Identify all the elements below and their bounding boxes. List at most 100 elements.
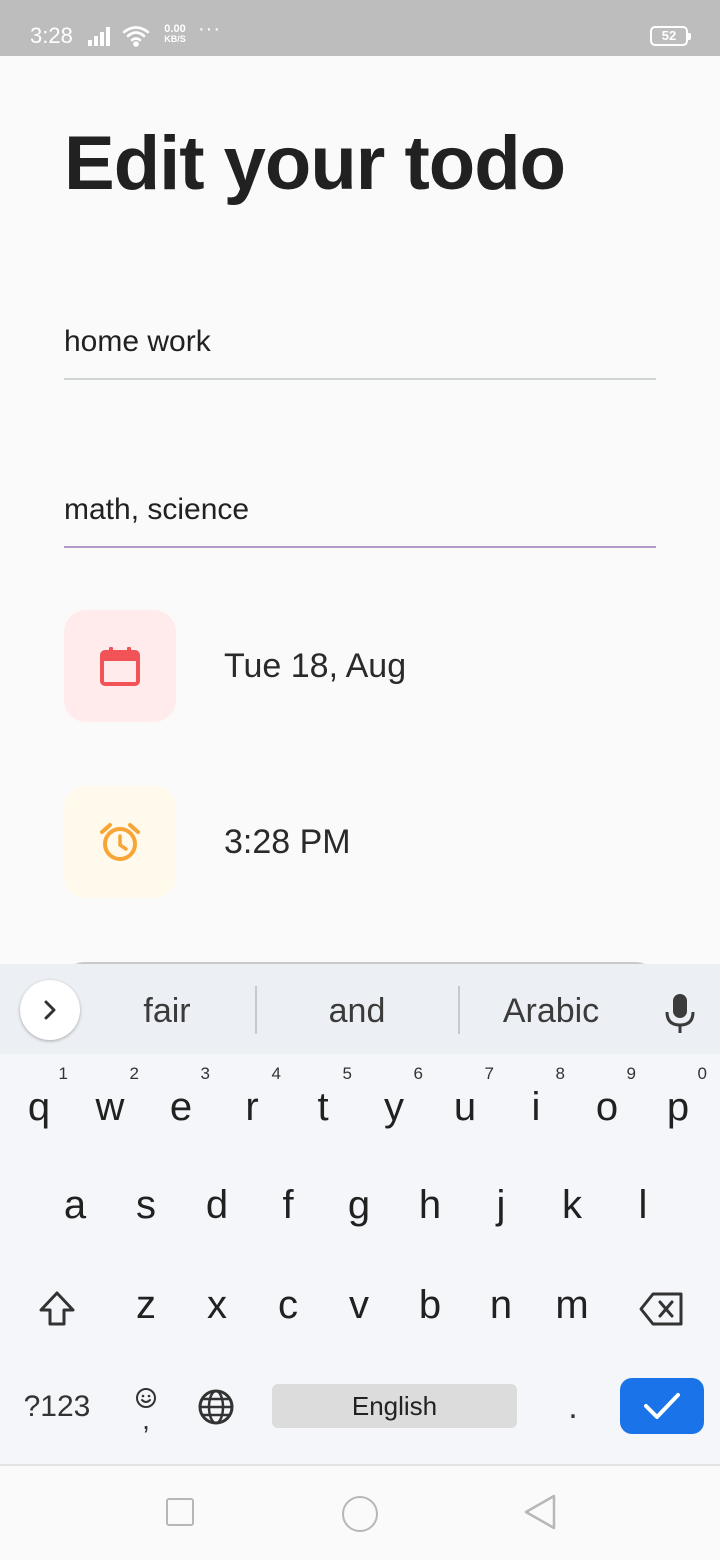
checkmark-icon xyxy=(644,1393,680,1419)
key-i[interactable]: i8 xyxy=(501,1064,571,1154)
emoji-comma-key[interactable]: , xyxy=(120,1378,172,1438)
key-k[interactable]: k xyxy=(537,1162,607,1252)
status-time: 3:28 xyxy=(30,23,73,48)
calendar-icon xyxy=(100,647,140,686)
backspace-icon xyxy=(639,1292,683,1326)
microphone-icon xyxy=(665,994,695,1033)
language-key[interactable] xyxy=(190,1380,242,1434)
key-letter: u xyxy=(453,1085,477,1129)
wifi-icon xyxy=(122,26,150,47)
keyboard-menu-button[interactable] xyxy=(20,980,80,1040)
title-field-value: home work xyxy=(64,325,211,358)
key-q[interactable]: q1 xyxy=(4,1064,74,1154)
key-g[interactable]: g xyxy=(324,1162,394,1252)
title-field-underline xyxy=(64,378,656,380)
key-s[interactable]: s xyxy=(111,1162,181,1252)
key-letter: v xyxy=(349,1283,369,1327)
status-more-icon: ··· xyxy=(198,18,221,40)
key-r[interactable]: r4 xyxy=(217,1064,287,1154)
key-letter: m xyxy=(555,1283,589,1327)
key-hint: 8 xyxy=(555,1064,565,1083)
key-h[interactable]: h xyxy=(395,1162,465,1252)
symbols-key[interactable]: ?123 xyxy=(14,1380,100,1434)
date-text[interactable]: Tue 18, Aug xyxy=(224,644,406,688)
key-a[interactable]: a xyxy=(40,1162,110,1252)
key-letter: g xyxy=(347,1183,371,1227)
key-letter: e xyxy=(169,1085,193,1129)
suggestion-bar: fair and Arabic xyxy=(0,964,720,1054)
net-speed-value: 0.00 xyxy=(164,23,186,35)
description-field-underline xyxy=(64,546,656,548)
key-letter: x xyxy=(207,1283,227,1327)
period-key[interactable]: . xyxy=(548,1380,598,1434)
key-hint: 6 xyxy=(413,1064,423,1083)
time-picker-row[interactable]: 3:28 PM xyxy=(64,786,656,898)
key-v[interactable]: v xyxy=(324,1262,394,1352)
key-l[interactable]: l xyxy=(608,1162,678,1252)
key-letter: j xyxy=(496,1183,506,1227)
alarm-clock-icon xyxy=(100,823,140,861)
key-m[interactable]: m xyxy=(537,1262,607,1352)
status-bar: 3:28 0.00 KB/S ··· 52 xyxy=(0,0,720,56)
key-letter: h xyxy=(418,1183,442,1227)
key-x[interactable]: x xyxy=(182,1262,252,1352)
net-speed: 0.00 KB/S xyxy=(158,23,192,45)
description-field[interactable]: math, science xyxy=(64,478,656,548)
net-speed-unit: KB/S xyxy=(164,34,186,44)
key-letter: c xyxy=(278,1283,298,1327)
date-picker-button[interactable] xyxy=(64,610,176,722)
key-letter: l xyxy=(638,1183,648,1227)
voice-input-button[interactable] xyxy=(650,984,710,1044)
shift-icon xyxy=(39,1291,75,1326)
key-letter: r xyxy=(245,1085,259,1129)
time-picker-button[interactable] xyxy=(64,786,176,898)
key-letter: w xyxy=(95,1085,125,1129)
key-letter: s xyxy=(136,1183,156,1227)
signal-wifi-icons xyxy=(88,26,150,47)
key-y[interactable]: y6 xyxy=(359,1064,429,1154)
home-icon[interactable] xyxy=(342,1496,378,1532)
key-f[interactable]: f xyxy=(253,1162,323,1252)
date-picker-row[interactable]: Tue 18, Aug xyxy=(64,610,656,722)
key-e[interactable]: e3 xyxy=(146,1064,216,1154)
key-letter: n xyxy=(489,1283,513,1327)
key-z[interactable]: z xyxy=(111,1262,181,1352)
time-text[interactable]: 3:28 PM xyxy=(224,820,351,864)
enter-key[interactable] xyxy=(620,1378,704,1434)
suggestion-1[interactable]: fair xyxy=(82,986,252,1036)
key-b[interactable]: b xyxy=(395,1262,465,1352)
back-icon[interactable] xyxy=(522,1494,558,1530)
key-c[interactable]: c xyxy=(253,1262,323,1352)
key-hint: 7 xyxy=(484,1064,494,1083)
key-letter: b xyxy=(418,1283,442,1327)
title-field[interactable]: home work xyxy=(64,310,656,380)
key-n[interactable]: n xyxy=(466,1262,536,1352)
key-u[interactable]: u7 xyxy=(430,1064,500,1154)
key-o[interactable]: o9 xyxy=(572,1064,642,1154)
key-j[interactable]: j xyxy=(466,1162,536,1252)
backspace-key[interactable] xyxy=(632,1280,692,1338)
chevron-right-icon xyxy=(44,1000,56,1020)
key-letter: z xyxy=(136,1283,156,1327)
key-hint: 9 xyxy=(626,1064,636,1083)
suggestion-2[interactable]: and xyxy=(262,986,452,1036)
space-key[interactable]: English xyxy=(272,1384,517,1428)
key-d[interactable]: d xyxy=(182,1162,252,1252)
key-hint: 4 xyxy=(271,1064,281,1083)
shift-key[interactable] xyxy=(28,1280,86,1338)
globe-icon xyxy=(198,1389,234,1425)
key-p[interactable]: p0 xyxy=(643,1064,713,1154)
suggestion-divider xyxy=(255,986,257,1034)
description-field-value: math, science xyxy=(64,493,250,526)
navigation-bar xyxy=(0,1464,720,1560)
key-hint: 0 xyxy=(697,1064,707,1083)
key-t[interactable]: t5 xyxy=(288,1064,358,1154)
battery-icon: 52 xyxy=(650,26,691,46)
key-w[interactable]: w2 xyxy=(75,1064,145,1154)
key-letter: p xyxy=(666,1085,690,1129)
key-hint: 1 xyxy=(58,1064,68,1083)
key-letter: d xyxy=(205,1183,229,1227)
recents-icon[interactable] xyxy=(166,1498,194,1526)
page-title: Edit your todo xyxy=(64,121,566,206)
suggestion-3[interactable]: Arabic xyxy=(466,986,636,1036)
